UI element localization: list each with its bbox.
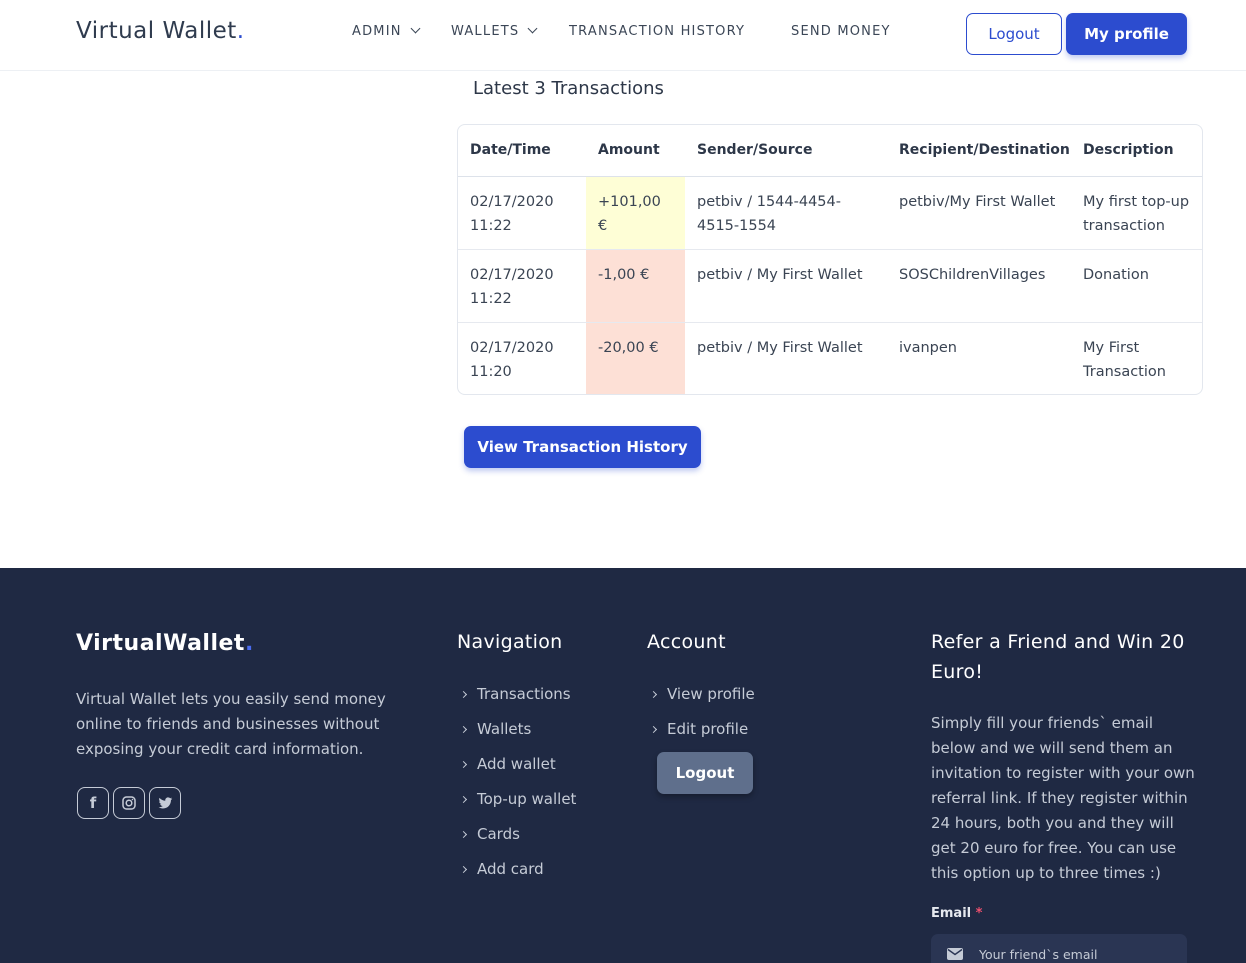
view-transaction-history-button[interactable]: View Transaction History bbox=[464, 426, 701, 468]
transactions-table: Date/Time Amount Sender/Source Recipient… bbox=[457, 124, 1203, 395]
nav-wallets[interactable]: WALLETS bbox=[451, 23, 538, 39]
chevron-right-icon bbox=[459, 830, 468, 839]
cell-recipient: ivanpen bbox=[899, 339, 957, 356]
footer-link-wallets[interactable]: Wallets bbox=[459, 720, 531, 738]
nav-admin[interactable]: ADMIN bbox=[352, 23, 421, 39]
footer-about-text: Virtual Wallet lets you easily send mone… bbox=[76, 690, 386, 758]
table-header-row: Date/Time Amount Sender/Source Recipient… bbox=[458, 125, 1202, 177]
chevron-right-icon bbox=[649, 690, 658, 699]
twitter-link[interactable] bbox=[149, 787, 181, 819]
column-header-datetime: Date/Time bbox=[458, 125, 586, 177]
footer-link-cards[interactable]: Cards bbox=[459, 825, 520, 843]
cell-recipient: petbiv/My First Wallet bbox=[887, 176, 1071, 250]
footer-logout-button[interactable]: Logout bbox=[657, 752, 753, 794]
footer-link-edit-profile[interactable]: Edit profile bbox=[649, 720, 748, 738]
cell-recipient: SOSChildrenVillages bbox=[887, 249, 1071, 323]
chevron-down-icon bbox=[410, 23, 421, 34]
chevron-right-icon bbox=[459, 865, 468, 874]
logout-button[interactable]: Logout bbox=[966, 13, 1062, 55]
cell-description: My first top-up transaction bbox=[1071, 176, 1202, 250]
cell-datetime: 02/17/2020 11:20 bbox=[470, 339, 554, 380]
column-header-amount: Amount bbox=[586, 125, 685, 177]
nav-send-money[interactable]: SEND MONEY bbox=[791, 24, 891, 39]
top-navbar: Virtual Wallet. ADMIN WALLETS TRANSACTIO… bbox=[0, 0, 1246, 71]
cell-description: Donation bbox=[1071, 249, 1202, 323]
cell-sender: petbiv / 1544-4454-4515-1554 bbox=[685, 176, 887, 250]
refer-description: Simply fill your friends` email below an… bbox=[931, 714, 1195, 882]
cell-sender: petbiv / My First Wallet bbox=[697, 339, 863, 356]
footer: VirtualWallet. Virtual Wallet lets you e… bbox=[0, 568, 1246, 963]
footer-link-add-card[interactable]: Add card bbox=[459, 860, 544, 878]
facebook-link[interactable]: f bbox=[77, 787, 109, 819]
my-profile-button[interactable]: My profile bbox=[1066, 13, 1187, 55]
instagram-icon bbox=[122, 796, 136, 810]
chevron-right-icon bbox=[459, 725, 468, 734]
cell-datetime: 02/17/2020 11:22 bbox=[458, 249, 586, 323]
chevron-down-icon bbox=[527, 23, 538, 34]
chevron-right-icon bbox=[459, 760, 468, 769]
column-header-recipient: Recipient/Destination bbox=[887, 125, 1071, 177]
brand-logo[interactable]: Virtual Wallet. bbox=[76, 18, 245, 44]
email-label: Email * bbox=[931, 906, 983, 921]
cell-amount: -1,00 € bbox=[586, 249, 685, 323]
footer-account-heading: Account bbox=[647, 631, 726, 653]
footer-link-transactions[interactable]: Transactions bbox=[459, 685, 571, 703]
chevron-right-icon bbox=[459, 795, 468, 804]
footer-link-top-up-wallet[interactable]: Top-up wallet bbox=[459, 790, 576, 808]
friend-email-input[interactable] bbox=[979, 946, 1179, 962]
column-header-description: Description bbox=[1071, 125, 1202, 177]
facebook-icon: f bbox=[89, 794, 97, 812]
twitter-icon bbox=[158, 796, 172, 808]
friend-email-field[interactable] bbox=[931, 934, 1187, 963]
table-row: 02/17/2020 11:22 +101,00 € petbiv / 1544-… bbox=[458, 176, 1202, 250]
footer-navigation-heading: Navigation bbox=[457, 631, 563, 653]
cell-sender: petbiv / My First Wallet bbox=[685, 249, 887, 323]
footer-link-add-wallet[interactable]: Add wallet bbox=[459, 755, 556, 773]
cell-amount: +101,00 € bbox=[586, 176, 685, 250]
cell-amount: -20,00 € bbox=[586, 322, 685, 394]
cell-description: My First Transaction bbox=[1083, 339, 1166, 380]
table-row: 02/17/2020 11:22 -1,00 € petbiv / My Firs… bbox=[458, 249, 1202, 323]
instagram-link[interactable] bbox=[113, 787, 145, 819]
envelope-icon bbox=[947, 948, 963, 960]
chevron-right-icon bbox=[649, 725, 658, 734]
refer-heading: Refer a Friend and Win 20 Euro! bbox=[931, 631, 1185, 683]
footer-link-view-profile[interactable]: View profile bbox=[649, 685, 755, 703]
cell-datetime: 02/17/2020 11:22 bbox=[458, 176, 586, 250]
footer-brand-logo[interactable]: VirtualWallet. bbox=[76, 631, 254, 656]
nav-transaction-history[interactable]: TRANSACTION HISTORY bbox=[569, 24, 745, 39]
table-row: 02/17/2020 11:20 -20,00 € petbiv / My Fir… bbox=[458, 322, 1202, 394]
column-header-sender: Sender/Source bbox=[685, 125, 887, 177]
chevron-right-icon bbox=[459, 690, 468, 699]
section-title: Latest 3 Transactions bbox=[473, 78, 664, 99]
